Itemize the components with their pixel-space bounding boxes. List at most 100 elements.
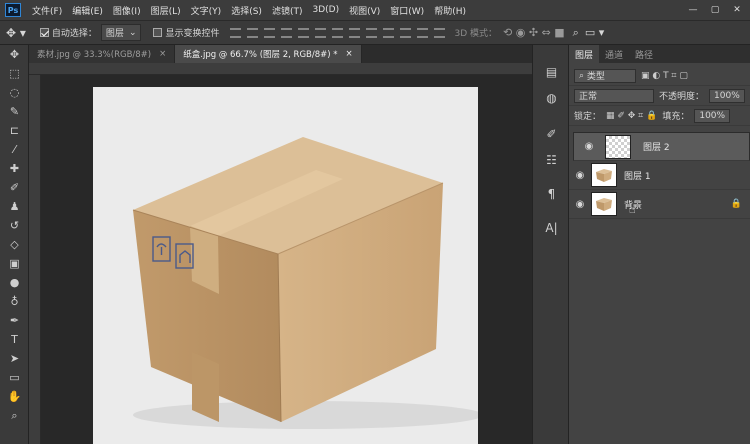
align-top-icon[interactable] — [229, 27, 241, 38]
color-icon[interactable]: ◍ — [533, 85, 570, 111]
vertical-ruler[interactable] — [29, 75, 41, 444]
layer-filter-dropdown[interactable]: ⌕ 类型 — [574, 68, 636, 83]
layer-thumbnail — [591, 192, 617, 216]
layer-filter-value: 类型 — [586, 72, 605, 82]
adjustments-icon[interactable]: ☷ — [533, 147, 570, 173]
document-canvas[interactable] — [93, 87, 483, 444]
move-tool-preset-icon[interactable]: ✥ ▾ — [6, 26, 26, 40]
align-hcenter-icon[interactable] — [348, 27, 360, 38]
auto-select-target-value: 图层 — [105, 29, 124, 39]
hand-icon[interactable]: ✋ — [0, 387, 29, 406]
tab-box-doc[interactable]: 纸盒.jpg @ 66.7% (图层 2, RGB/8#) * × — [175, 45, 362, 63]
move-icon[interactable]: ✥ — [0, 45, 29, 64]
clone-stamp-icon[interactable]: ♟ — [0, 197, 29, 216]
brush-settings-icon[interactable]: ✐ — [533, 121, 570, 147]
brush-icon[interactable]: ✐ — [0, 178, 29, 197]
path-select-icon[interactable]: ➤ — [0, 349, 29, 368]
blend-mode-dropdown[interactable]: 正常 — [574, 88, 654, 103]
layer-row[interactable]: ◉ 背景 🔒 — [569, 190, 750, 219]
auto-select-option[interactable]: 自动选择： — [39, 26, 97, 39]
distribute-right-icon[interactable] — [416, 27, 428, 38]
align-right-icon[interactable] — [365, 27, 377, 38]
eye-icon[interactable]: ◉ — [578, 141, 600, 152]
eyedropper-icon[interactable]: ⁄ — [0, 140, 29, 159]
search-icon: ⌕ — [579, 70, 587, 81]
layers-panel: 图层 通道 路径 ⌕ 类型 ▣ ◐ T ⌗ ▢ 正常 不透明度： 100% 锁定… — [569, 45, 750, 444]
marquee-icon[interactable]: ⬚ — [0, 64, 29, 83]
maximize-button[interactable]: ▢ — [704, 0, 726, 20]
lasso-icon[interactable]: ◌ — [0, 83, 29, 102]
menu-layer[interactable]: 图层(L) — [146, 4, 186, 17]
cursor-icon: ☝ — [629, 203, 636, 216]
align-bottom-icon[interactable] — [263, 27, 275, 38]
menu-help[interactable]: 帮助(H) — [429, 4, 471, 17]
blur-icon[interactable]: ● — [0, 273, 29, 292]
paragraph-icon[interactable]: ¶ — [533, 181, 570, 207]
distribute-vcenter-icon[interactable] — [297, 27, 309, 38]
zoom-icon[interactable]: ⌕ — [0, 406, 29, 425]
close-icon[interactable]: × — [346, 49, 353, 59]
eraser-icon[interactable]: ◇ — [0, 235, 29, 254]
close-window-button[interactable]: ✕ — [726, 0, 748, 20]
close-icon[interactable]: × — [159, 49, 166, 59]
blend-mode-value: 正常 — [579, 92, 598, 102]
type-icon[interactable]: T — [0, 330, 29, 349]
gradient-icon[interactable]: ▣ — [0, 254, 29, 273]
dodge-icon[interactable]: ♁ — [0, 292, 29, 311]
horizontal-ruler[interactable] — [29, 63, 532, 75]
layer-row[interactable]: ◉ 图层 1 — [569, 161, 750, 190]
menu-image[interactable]: 图像(I) — [108, 4, 146, 17]
shape-icon[interactable]: ▭ — [0, 368, 29, 387]
auto-select-label: 自动选择： — [51, 29, 97, 39]
menu-filter[interactable]: 滤镜(T) — [267, 4, 308, 17]
character-icon[interactable]: A| — [533, 215, 570, 241]
opacity-input[interactable]: 100% — [709, 88, 745, 103]
tab-source-doc[interactable]: 素材.jpg @ 33.3%(RGB/8#) × — [29, 45, 176, 63]
menu-3d[interactable]: 3D(D) — [307, 5, 344, 15]
align-left-icon[interactable] — [331, 27, 343, 38]
show-transform-option[interactable]: 显示变换控件 — [153, 26, 220, 39]
eye-icon[interactable]: ◉ — [569, 199, 591, 210]
history-icon[interactable]: ▤ — [533, 59, 570, 85]
auto-select-target-dropdown[interactable]: 图层 ⌄ — [100, 24, 142, 41]
distribute-left-icon[interactable] — [382, 27, 394, 38]
search-icon[interactable]: ⌕ — [573, 26, 579, 40]
menu-select[interactable]: 选择(S) — [226, 4, 267, 17]
history-brush-icon[interactable]: ↺ — [0, 216, 29, 235]
lock-icons[interactable]: ▦ ✐ ✥ ⌗ 🔒 — [606, 111, 657, 121]
align-vcenter-icon[interactable] — [246, 27, 258, 38]
photoshop-window: Ps 文件(F) 编辑(E) 图像(I) 图层(L) 文字(Y) 选择(S) 滤… — [0, 0, 750, 444]
layer-row[interactable]: ◉ 图层 2 — [573, 132, 750, 161]
tab-label: 素材.jpg @ 33.3%(RGB/8#) — [37, 50, 152, 60]
distribute-top-icon[interactable] — [280, 27, 292, 38]
workspace-icon[interactable]: ▭ ▾ — [585, 26, 604, 39]
menu-edit[interactable]: 编辑(E) — [67, 4, 108, 17]
healing-icon[interactable]: ✚ — [0, 159, 29, 178]
filter-icons[interactable]: ▣ ◐ T ⌗ ▢ — [641, 71, 688, 81]
crop-icon[interactable]: ⊏ — [0, 121, 29, 140]
3d-orbit-icon[interactable]: ⟲ ◉ ✣ ⇔ ■ — [503, 26, 565, 39]
canvas-area[interactable] — [41, 75, 532, 444]
mode-3d-label: 3D 模式： — [454, 29, 498, 39]
distribute-bottom-icon[interactable] — [314, 27, 326, 38]
panel-tabs: 图层 通道 路径 — [569, 45, 750, 63]
menu-type[interactable]: 文字(Y) — [186, 4, 227, 17]
distribute-hcenter-icon[interactable] — [399, 27, 411, 38]
auto-select-checkbox[interactable] — [39, 28, 49, 37]
menu-file[interactable]: 文件(F) — [27, 4, 67, 17]
pen-icon[interactable]: ✒ — [0, 311, 29, 330]
auto-align-icon[interactable] — [433, 27, 445, 38]
photoshop-logo-icon: Ps — [5, 3, 21, 17]
tab-layers[interactable]: 图层 — [569, 45, 600, 63]
show-transform-checkbox[interactable] — [153, 28, 163, 37]
tools-panel: ✥ ⬚ ◌ ✎ ⊏ ⁄ ✚ ✐ ♟ ↺ ◇ ▣ ● ♁ ✒ T ➤ ▭ ✋ ⌕ — [0, 45, 29, 444]
menu-window[interactable]: 窗口(W) — [385, 4, 429, 17]
menu-view[interactable]: 视图(V) — [344, 4, 385, 17]
tab-paths[interactable]: 路径 — [629, 45, 659, 63]
tab-channels[interactable]: 通道 — [599, 45, 629, 63]
minimize-button[interactable]: — — [682, 0, 704, 20]
quick-select-icon[interactable]: ✎ — [0, 102, 29, 121]
chevron-down-icon: ⌄ — [128, 27, 137, 38]
fill-input[interactable]: 100% — [694, 108, 731, 123]
eye-icon[interactable]: ◉ — [569, 170, 591, 181]
